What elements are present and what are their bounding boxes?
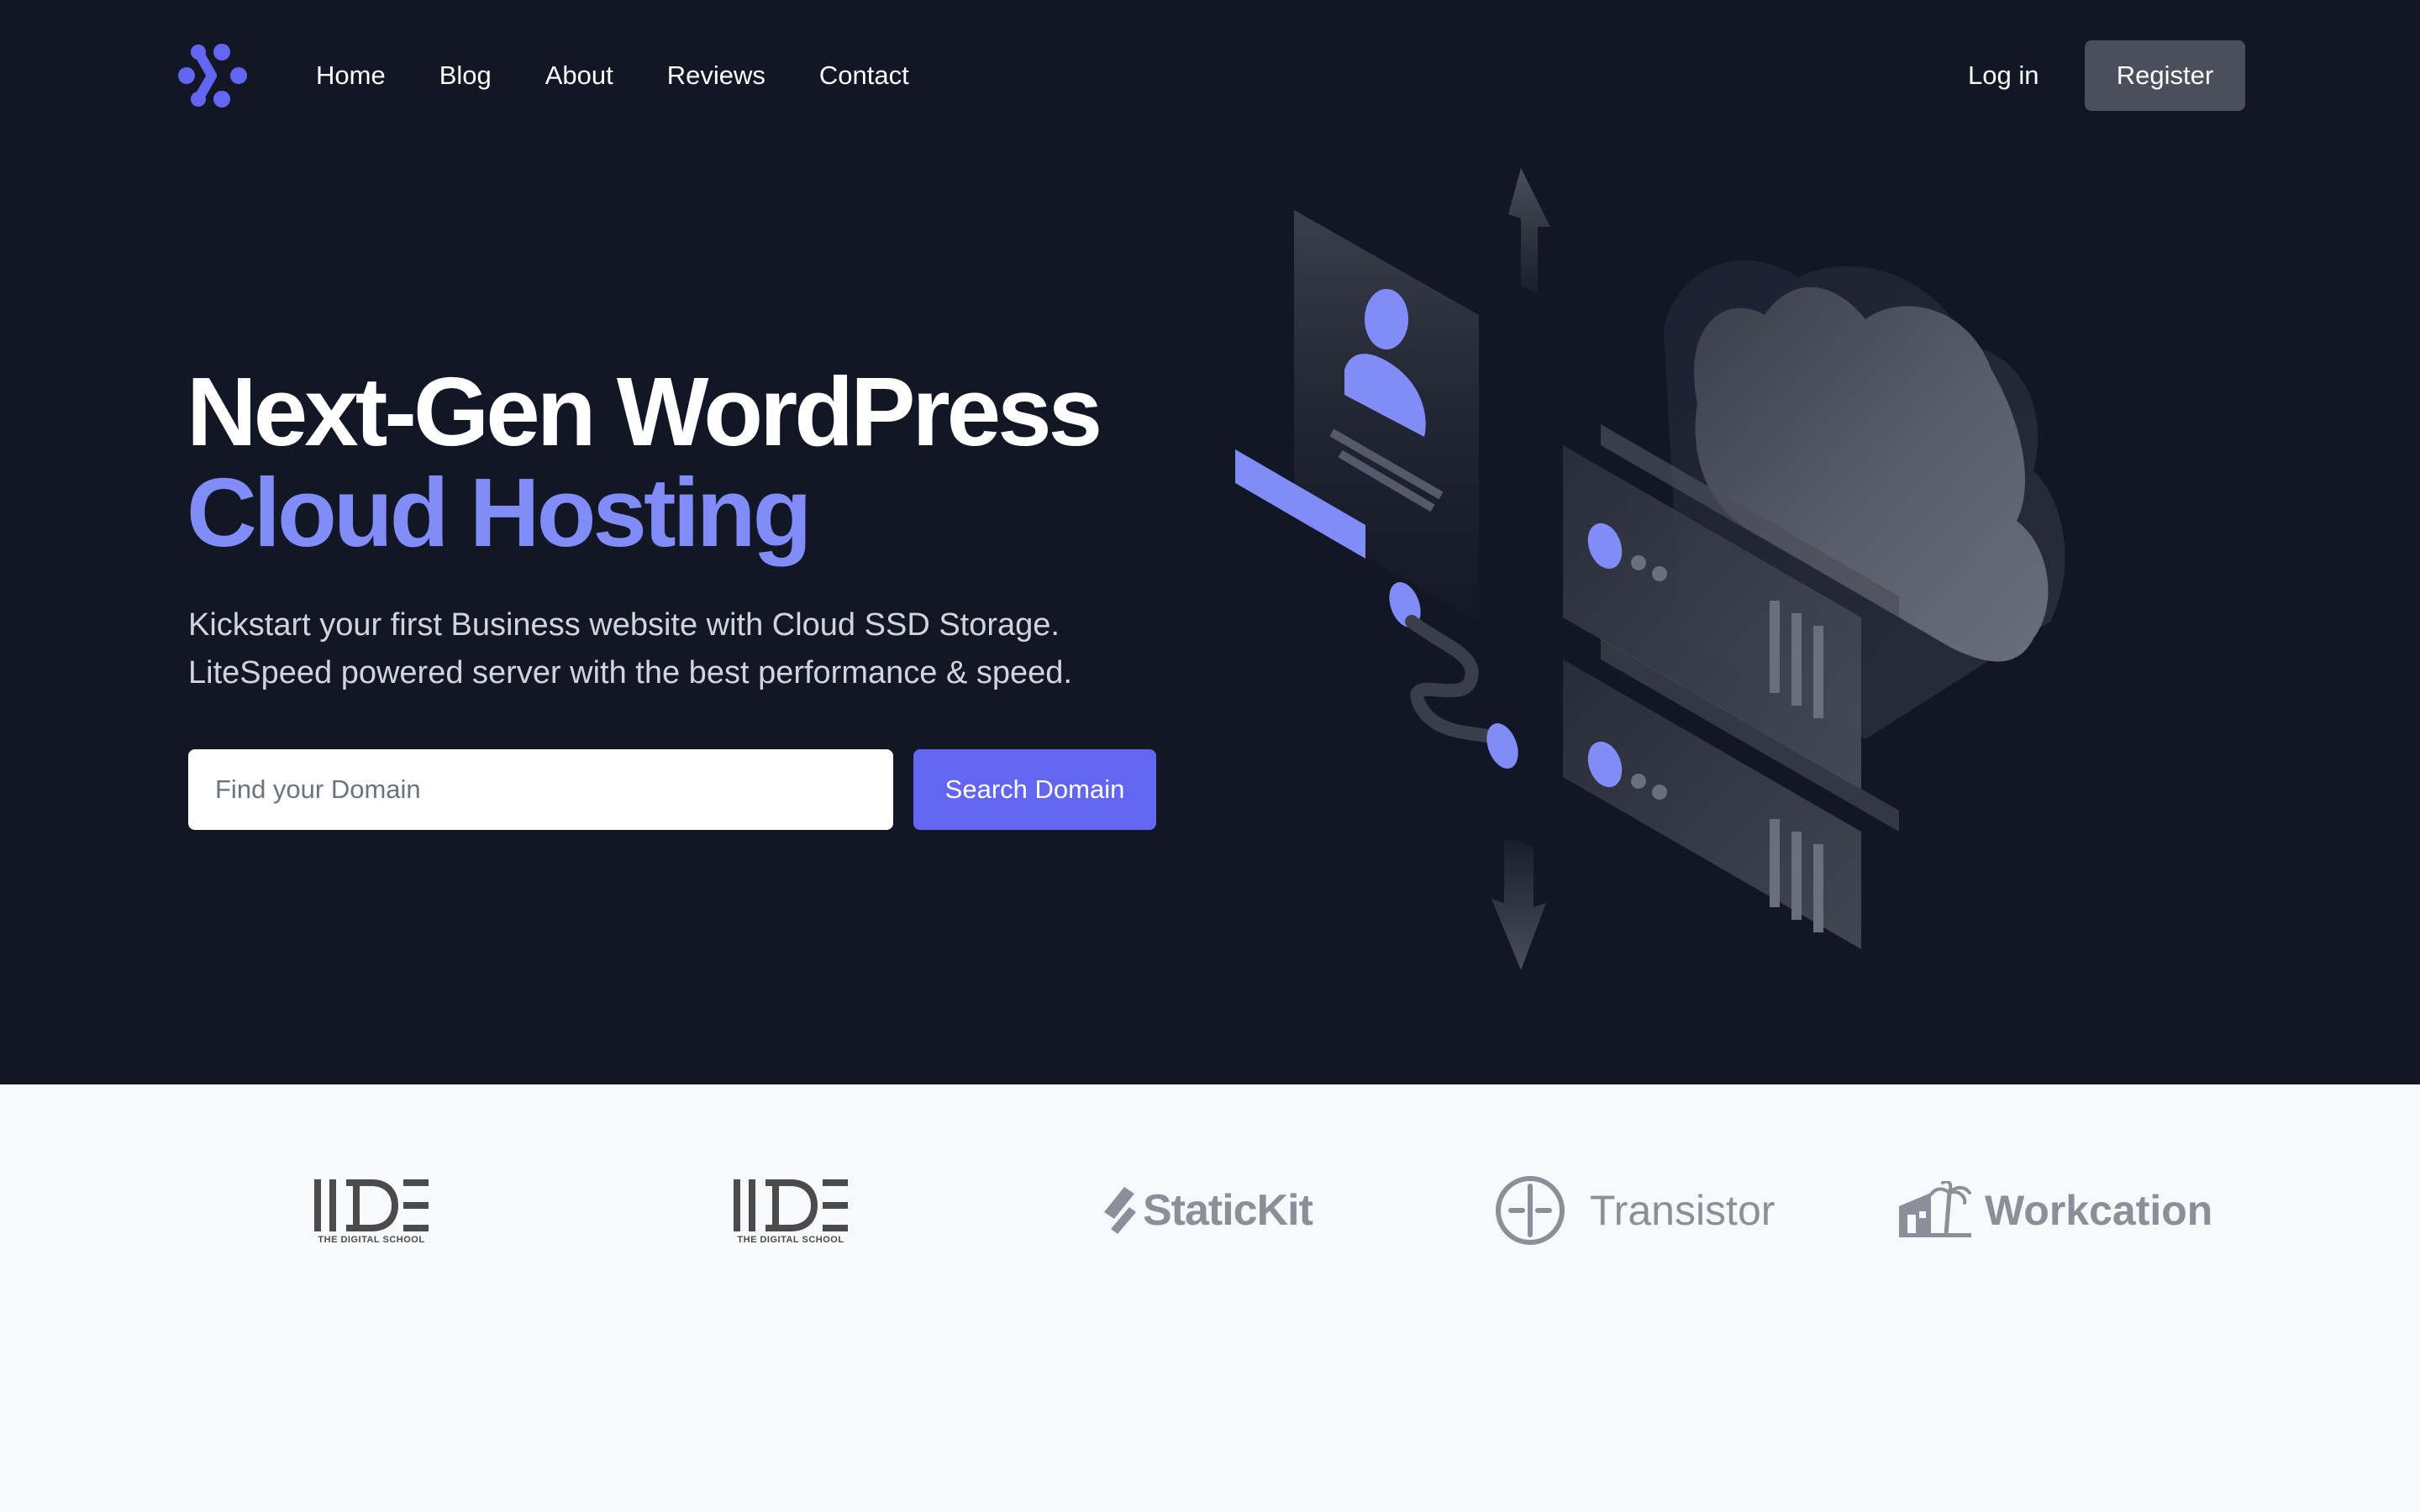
- server-1-dot-2: [1652, 566, 1667, 581]
- domain-search-input[interactable]: [188, 749, 893, 830]
- hero-headline: Next-Gen WordPress Cloud Hosting: [187, 357, 1102, 567]
- nav-link-contact[interactable]: Contact: [819, 57, 909, 94]
- client-logos-section: THE DIGITAL SCHOOL THE DIGITAL SCHOOL St…: [0, 1084, 2420, 1512]
- transistor-wordmark: Transistor: [1590, 1187, 1776, 1234]
- logo-iide-1: THE DIGITAL SCHOOL: [313, 1152, 430, 1269]
- cloud-server-illustration: [1235, 168, 2065, 970]
- logo-iide-2: THE DIGITAL SCHOOL: [732, 1152, 850, 1269]
- iide-logo-icon: [734, 1179, 848, 1231]
- login-link[interactable]: Log in: [1968, 57, 2039, 94]
- hero-subtext: Kickstart your first Business website wi…: [188, 601, 1197, 697]
- brand-logo-icon[interactable]: [173, 40, 249, 111]
- primary-nav: Home Blog About Reviews Contact: [316, 57, 963, 94]
- subtext-line-2: LiteSpeed powered server with the best p…: [188, 655, 1072, 690]
- iide-2-subtitle: THE DIGITAL SCHOOL: [737, 1235, 844, 1245]
- transistor-logo-icon: [1496, 1176, 1565, 1245]
- search-domain-button[interactable]: Search Domain: [913, 749, 1156, 830]
- server-2-dot-2: [1652, 785, 1667, 800]
- headline-line-1: Next-Gen WordPress: [187, 357, 1102, 466]
- logo-workcation: Workcation: [1897, 1152, 2212, 1269]
- statickit-wordmark: StaticKit: [1143, 1186, 1313, 1235]
- server-1-dot-1: [1631, 555, 1646, 570]
- nav-link-reviews[interactable]: Reviews: [667, 57, 765, 94]
- iide-1-subtitle: THE DIGITAL SCHOOL: [318, 1235, 425, 1245]
- workcation-logo-icon: [1899, 1181, 1971, 1237]
- logo-transistor: Transistor: [1494, 1152, 1775, 1269]
- nav-link-home[interactable]: Home: [316, 57, 386, 94]
- upload-arrow-icon: [1508, 168, 1550, 294]
- iide-logo-icon: [314, 1179, 429, 1231]
- download-arrow-icon: [1491, 840, 1546, 970]
- top-navigation: Home Blog About Reviews Contact Log in R…: [0, 0, 2420, 151]
- nav-link-blog[interactable]: Blog: [439, 57, 492, 94]
- register-button[interactable]: Register: [2085, 40, 2245, 111]
- statickit-logo-icon: [1104, 1187, 1136, 1234]
- cable-end-bottom: [1486, 723, 1518, 769]
- subtext-line-1: Kickstart your first Business website wi…: [188, 607, 1060, 643]
- workcation-wordmark: Workcation: [1985, 1187, 2213, 1234]
- cable: [1405, 615, 1502, 746]
- server-2-dot-1: [1631, 774, 1646, 789]
- profile-head-icon: [1365, 289, 1408, 349]
- nav-link-about[interactable]: About: [545, 57, 613, 94]
- headline-line-2: Cloud Hosting: [187, 458, 813, 567]
- logo-statickit: StaticKit: [1101, 1152, 1313, 1269]
- hero-section: Home Blog About Reviews Contact Log in R…: [0, 0, 2420, 1084]
